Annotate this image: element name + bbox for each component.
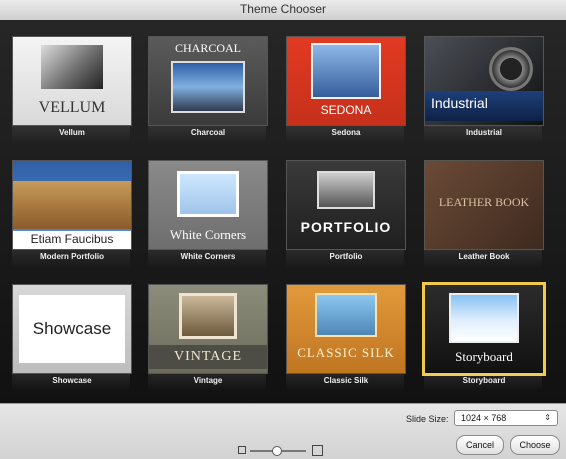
theme-label-vellum: Vellum xyxy=(59,128,85,137)
theme-grid: VELLUM Vellum CHARCOAL Charcoal SEDONA S… xyxy=(0,20,566,403)
thumbnail-industrial: Industrial xyxy=(424,36,544,126)
theme-label-portfolio: Portfolio xyxy=(329,252,363,261)
theme-label-classic-silk: Classic Silk xyxy=(323,376,369,385)
theme-label-storyboard: Storyboard xyxy=(462,376,506,385)
thumbnail-classic-silk: CLASSIC SILK xyxy=(286,284,406,374)
thumbnail-size-slider[interactable] xyxy=(238,445,324,456)
vintage-image xyxy=(179,293,237,339)
portfolio-title: PORTFOLIO xyxy=(300,219,392,235)
window-titlebar: Theme Chooser xyxy=(0,0,566,21)
slide-size-value: 1024 × 768 xyxy=(461,413,507,423)
speaker-graphic xyxy=(489,47,533,91)
portfolio-image xyxy=(317,171,375,209)
thumbnail-storyboard: Storyboard xyxy=(422,282,546,376)
storyboard-image xyxy=(449,293,519,343)
sedona-image xyxy=(311,43,381,99)
theme-label-leather-book: Leather Book xyxy=(458,252,510,261)
theme-label-white-corners: White Corners xyxy=(180,252,236,261)
thumbnail-sedona: SEDONA xyxy=(286,36,406,126)
thumbnail-vintage: VINTAGE xyxy=(148,284,268,374)
white-corners-title: White Corners xyxy=(169,227,247,242)
slide-size-select[interactable]: 1024 × 768 ⇕ xyxy=(454,410,558,426)
choose-button[interactable]: Choose xyxy=(510,435,560,455)
theme-label-modern-portfolio: Modern Portfolio xyxy=(40,252,104,261)
industrial-title: Industrial xyxy=(431,95,488,111)
classic-silk-title: CLASSIC SILK xyxy=(297,345,395,360)
vellum-image xyxy=(41,45,103,89)
white-corners-image xyxy=(177,171,239,217)
window-title: Theme Chooser xyxy=(239,2,327,16)
theme-chooser-window: Theme Chooser VELLUM Vellum CHARCOAL Cha… xyxy=(0,0,566,459)
sedona-title: SEDONA xyxy=(320,103,372,117)
thumbnail-white-corners: White Corners xyxy=(148,160,268,250)
slider-knob[interactable] xyxy=(272,446,282,456)
vintage-title: VINTAGE xyxy=(173,349,243,364)
modern-portfolio-title: Etiam Faucibus xyxy=(30,232,114,246)
modern-portfolio-image xyxy=(13,181,131,229)
charcoal-image xyxy=(171,61,245,113)
small-thumbnail-icon xyxy=(238,446,246,454)
thumbnail-charcoal: CHARCOAL xyxy=(148,36,268,126)
thumbnail-showcase: Showcase xyxy=(12,284,132,374)
theme-label-charcoal: Charcoal xyxy=(190,128,226,137)
storyboard-title: Storyboard xyxy=(455,349,513,364)
thumbnail-portfolio: PORTFOLIO xyxy=(286,160,406,250)
thumbnail-vellum: VELLUM xyxy=(12,36,132,126)
slide-size-label: Slide Size: xyxy=(406,414,449,424)
cancel-button[interactable]: Cancel xyxy=(456,435,504,455)
theme-label-showcase: Showcase xyxy=(52,376,92,385)
theme-label-vintage: Vintage xyxy=(193,376,223,385)
theme-label-sedona: Sedona xyxy=(331,128,361,137)
classic-silk-image xyxy=(315,293,377,337)
thumbnail-leather-book: LEATHER BOOK xyxy=(424,160,544,250)
theme-label-industrial: Industrial xyxy=(465,128,502,137)
updown-chevron-icon: ⇕ xyxy=(544,413,551,422)
leather-book-title: LEATHER BOOK xyxy=(438,195,530,209)
thumbnail-modern-portfolio: Etiam Faucibus xyxy=(12,160,132,250)
large-thumbnail-icon xyxy=(312,445,323,456)
vellum-title: VELLUM xyxy=(38,99,106,116)
showcase-title: Showcase xyxy=(32,319,112,338)
charcoal-title: CHARCOAL xyxy=(174,41,241,55)
bottom-bar: Slide Size: 1024 × 768 ⇕ Cancel Choose xyxy=(0,403,566,459)
